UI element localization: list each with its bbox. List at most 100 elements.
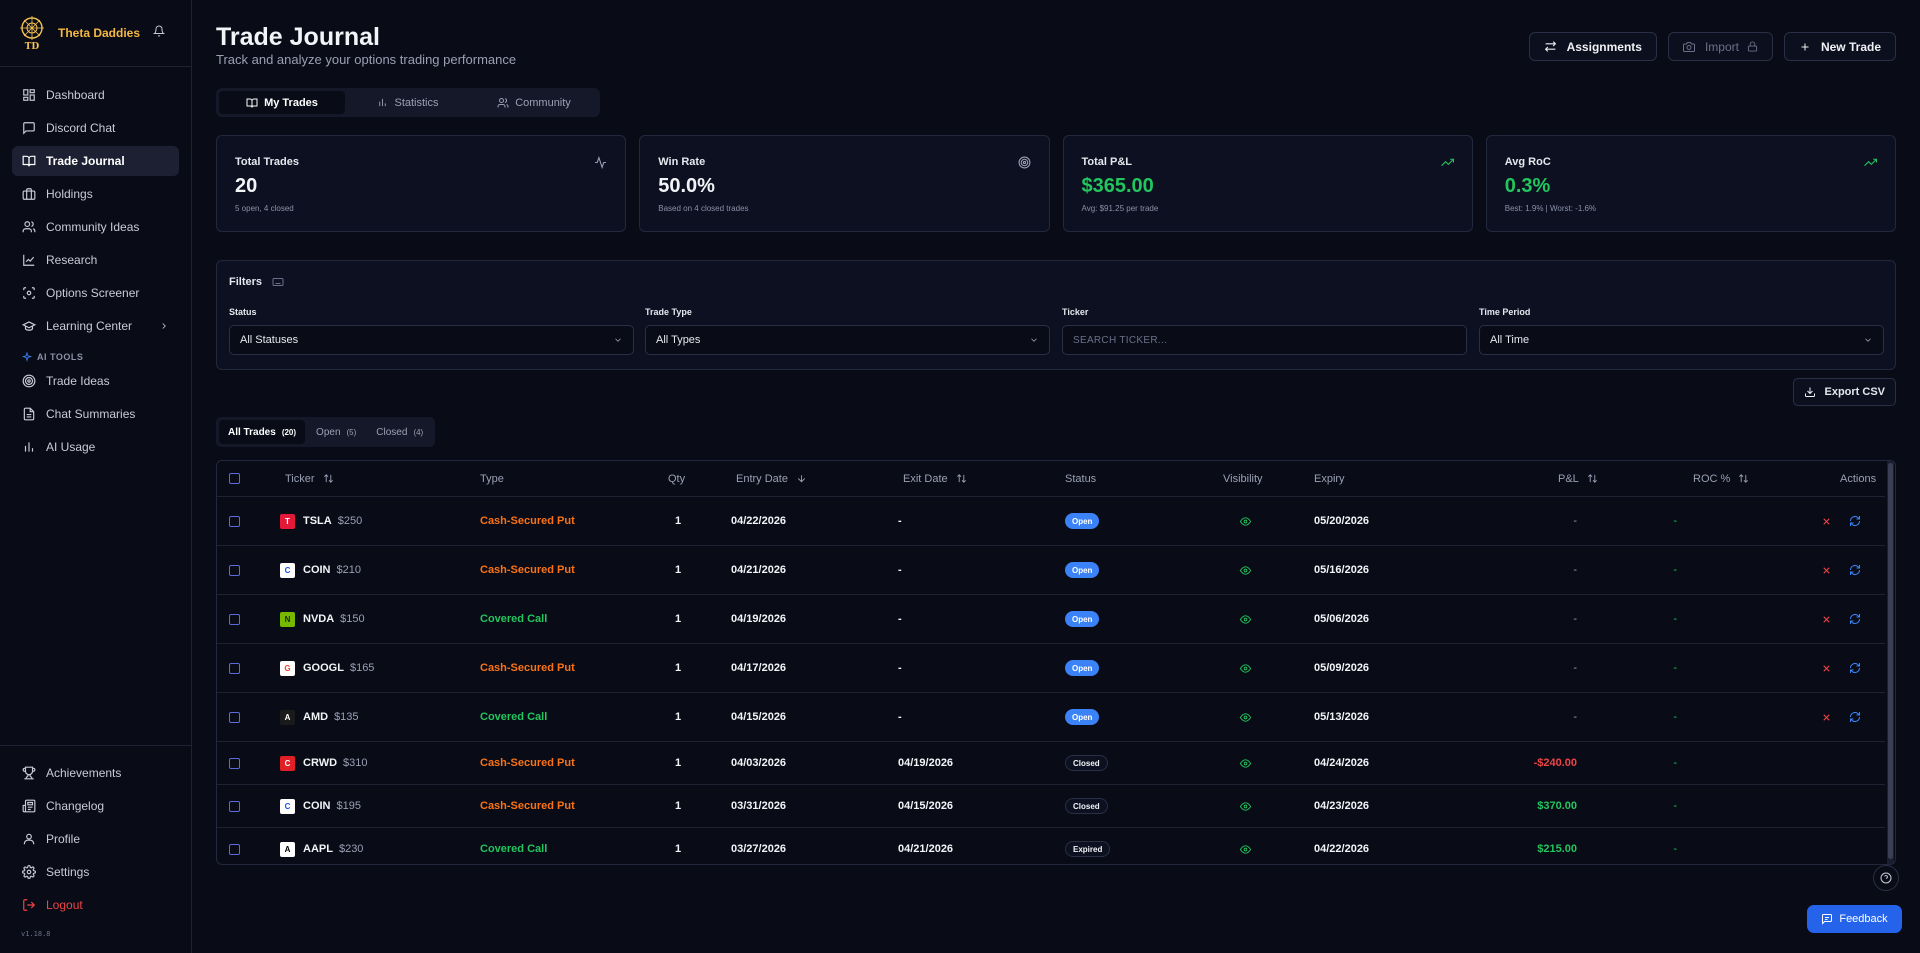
roc-value: - <box>1673 515 1677 527</box>
new-trade-button[interactable]: New Trade <box>1783 32 1896 61</box>
tab-statistics[interactable]: Statistics <box>345 91 471 114</box>
ticker-cell[interactable]: T TSLA $250 <box>280 497 362 545</box>
status-select[interactable]: All Statuses <box>229 325 634 355</box>
sidebar-item-trade-journal[interactable]: Trade Journal <box>12 146 179 176</box>
ticker-cell[interactable]: C CRWD $310 <box>280 742 368 784</box>
help-button[interactable] <box>1873 865 1899 891</box>
table-row[interactable]: N NVDA $150 Covered Call 1 04/19/2026 - Open 05/… <box>217 595 1885 644</box>
table-row[interactable]: G GOOGL $165 Cash-Secured Put 1 04/17/2026 - Op… <box>217 644 1885 693</box>
table-scrollbar[interactable] <box>1887 461 1894 864</box>
visibility-toggle[interactable] <box>1240 693 1251 741</box>
trade-type-select[interactable]: All Types <box>645 325 1050 355</box>
tab-open[interactable]: Open (5) <box>307 420 365 444</box>
pl-value: - <box>1573 711 1577 723</box>
feedback-button[interactable]: Feedback <box>1807 905 1902 933</box>
sidebar-item-logout[interactable]: Logout <box>12 890 179 920</box>
exit-date-column-header[interactable]: Exit Date <box>903 461 967 496</box>
trade-type: Cash-Secured Put <box>480 800 575 812</box>
visibility-toggle[interactable] <box>1240 644 1251 692</box>
row-checkbox[interactable] <box>229 564 240 576</box>
tab-closed[interactable]: Closed (4) <box>367 420 432 444</box>
roll-trade-button[interactable] <box>1849 515 1861 527</box>
tab-community[interactable]: Community <box>471 91 597 114</box>
strike-price: $230 <box>338 843 364 855</box>
type-column-header: Type <box>480 472 504 485</box>
close-icon <box>1823 713 1830 721</box>
version-label: v1.18.8 <box>21 930 51 938</box>
table-row[interactable]: C CRWD $310 Cash-Secured Put 1 04/03/2026 04/1… <box>217 742 1885 785</box>
scrollbar-thumb[interactable] <box>1888 463 1893 859</box>
assignments-button[interactable]: Assignments <box>1528 32 1657 61</box>
time-period-select[interactable]: All Time <box>1479 325 1884 355</box>
row-checkbox[interactable] <box>229 757 240 769</box>
roll-trade-button[interactable] <box>1849 564 1861 576</box>
close-trade-button[interactable] <box>1821 712 1832 723</box>
import-button[interactable]: Import <box>1667 32 1773 61</box>
ticker-column-header[interactable]: Ticker <box>285 461 334 496</box>
table-row[interactable]: C COIN $210 Cash-Secured Put 1 04/21/2026 - Ope… <box>217 546 1885 595</box>
row-checkbox[interactable] <box>229 515 240 527</box>
sidebar-item-community-ideas[interactable]: Community Ideas <box>12 212 179 242</box>
ticker-cell[interactable]: C COIN $210 <box>280 546 361 594</box>
status-badge: Open <box>1065 709 1100 725</box>
visibility-toggle[interactable] <box>1240 828 1251 864</box>
export-csv-button[interactable]: Export CSV <box>1793 378 1896 406</box>
brand[interactable]: TD Theta Daddies <box>0 0 191 67</box>
table-row[interactable]: C COIN $195 Cash-Secured Put 1 03/31/2026 04/1… <box>217 785 1885 828</box>
visibility-toggle[interactable] <box>1240 497 1251 545</box>
row-checkbox[interactable] <box>229 843 240 855</box>
row-checkbox[interactable] <box>229 613 240 625</box>
table-row[interactable]: A AMD $135 Covered Call 1 04/15/2026 - Open 05/1… <box>217 693 1885 742</box>
select-all-checkbox[interactable] <box>229 473 240 484</box>
sidebar-item-learning-center[interactable]: Learning Center <box>12 311 179 341</box>
bell-icon[interactable] <box>153 25 165 37</box>
close-trade-button[interactable] <box>1821 663 1832 674</box>
tab-all-trades[interactable]: All Trades (20) <box>219 420 306 444</box>
ticker-search-input[interactable]: SEARCH TICKER... <box>1062 325 1467 355</box>
sort-icon <box>1739 474 1749 483</box>
sidebar-item-dashboard[interactable]: Dashboard <box>12 80 179 110</box>
close-trade-button[interactable] <box>1821 516 1832 527</box>
stat-card-total-trades: Total Trades 20 5 open, 4 closed <box>216 135 627 232</box>
sidebar-item-trade-ideas[interactable]: Trade Ideas <box>12 366 179 396</box>
sidebar-item-changelog[interactable]: Changelog <box>12 791 179 821</box>
row-checkbox[interactable] <box>229 711 240 723</box>
ticker-cell[interactable]: G GOOGL $165 <box>280 644 374 692</box>
status-cell: Open <box>1065 644 1100 692</box>
sidebar-item-chat-summaries[interactable]: Chat Summaries <box>12 399 179 429</box>
sidebar-item-holdings[interactable]: Holdings <box>12 179 179 209</box>
visibility-toggle[interactable] <box>1240 546 1251 594</box>
sidebar-item-ai-usage[interactable]: AI Usage <box>12 432 179 462</box>
tab-label: Open <box>316 426 341 438</box>
row-checkbox[interactable] <box>229 800 240 812</box>
sidebar-item-settings[interactable]: Settings <box>12 857 179 887</box>
sidebar-item-achievements[interactable]: Achievements <box>12 758 179 788</box>
roll-trade-button[interactable] <box>1849 613 1861 625</box>
ticker-cell[interactable]: C COIN $195 <box>280 785 361 827</box>
visibility-toggle[interactable] <box>1240 595 1251 643</box>
entry-date-column-header[interactable]: Entry Date <box>736 461 807 496</box>
sidebar-item-research[interactable]: Research <box>12 245 179 275</box>
roll-trade-button[interactable] <box>1849 711 1861 723</box>
pl-column-header[interactable]: P&L <box>1558 461 1598 496</box>
close-trade-button[interactable] <box>1821 614 1832 625</box>
table-row[interactable]: A AAPL $230 Covered Call 1 03/27/2026 04/21/20… <box>217 828 1885 864</box>
exit-date: - <box>898 564 902 576</box>
table-row[interactable]: T TSLA $250 Cash-Secured Put 1 04/22/2026 - Ope… <box>217 497 1885 546</box>
close-trade-button[interactable] <box>1821 565 1832 576</box>
visibility-toggle[interactable] <box>1240 742 1251 784</box>
sidebar-item-profile[interactable]: Profile <box>12 824 179 854</box>
tab-my-trades[interactable]: My Trades <box>219 91 345 114</box>
ticker-logo-char: C <box>284 565 291 575</box>
visibility-toggle[interactable] <box>1240 785 1251 827</box>
ticker-cell[interactable]: A AMD $135 <box>280 693 359 741</box>
roc-column-header[interactable]: ROC % <box>1693 461 1749 496</box>
roll-trade-button[interactable] <box>1849 662 1861 674</box>
header-label: Ticker <box>285 472 315 485</box>
ticker-cell[interactable]: N NVDA $150 <box>280 595 365 643</box>
ticker-cell[interactable]: A AAPL $230 <box>280 828 364 864</box>
sidebar-item-discord-chat[interactable]: Discord Chat <box>12 113 179 143</box>
quantity: 1 <box>675 711 682 723</box>
row-checkbox[interactable] <box>229 662 240 674</box>
sidebar-item-options-screener[interactable]: Options Screener <box>12 278 179 308</box>
